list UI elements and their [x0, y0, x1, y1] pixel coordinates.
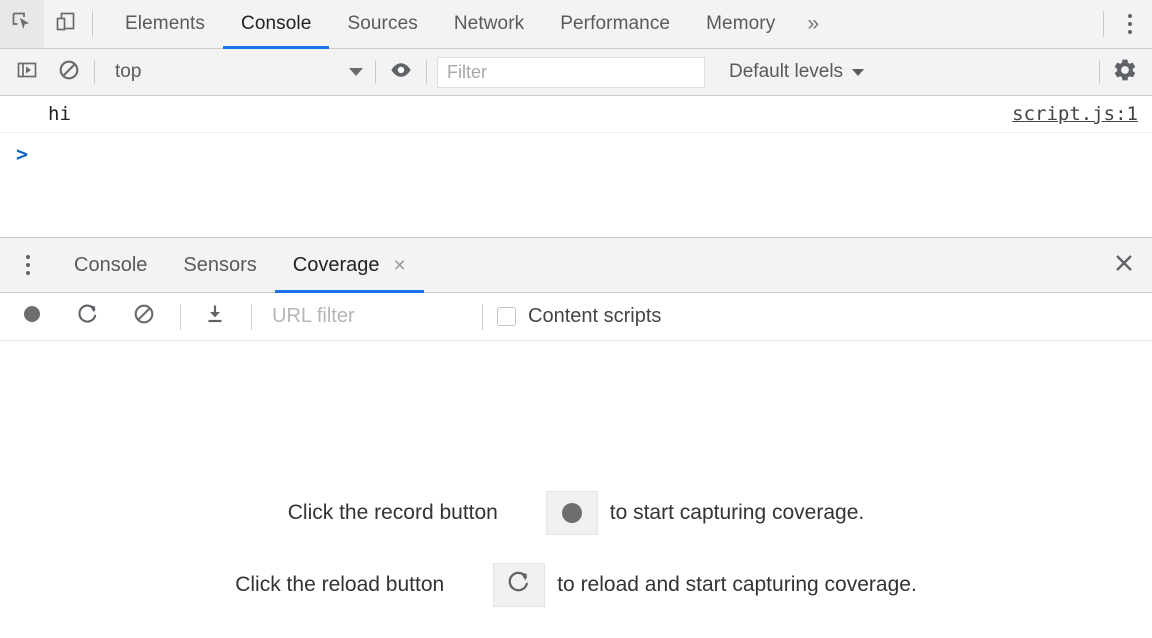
- coverage-toolbar-separator-2: [251, 304, 252, 330]
- record-icon: [20, 302, 44, 331]
- tab-elements-label: Elements: [125, 13, 205, 35]
- reload-icon: [506, 569, 532, 601]
- drawer-tab-sensors[interactable]: Sensors: [165, 238, 274, 292]
- console-message-text: hi: [48, 103, 71, 125]
- more-tools-icon: [26, 255, 30, 275]
- execution-context-selector[interactable]: top: [99, 52, 371, 92]
- console-output-area: hi script.js:1 >: [0, 96, 1152, 237]
- tab-console[interactable]: Console: [223, 0, 329, 48]
- console-toolbar-separator-4: [1099, 60, 1100, 84]
- coverage-hint-record-prefix: Click the record button: [288, 501, 534, 525]
- more-options-icon: [1128, 14, 1132, 34]
- live-expression-icon: [388, 59, 414, 86]
- tab-console-label: Console: [241, 13, 311, 35]
- record-icon: [562, 503, 582, 523]
- coverage-hint-reload: Click the reload button to reload and st…: [235, 563, 917, 607]
- console-toolbar: top Filter Default levels: [0, 49, 1152, 96]
- tab-sources-label: Sources: [347, 13, 417, 35]
- toolbar-separator-right: [1103, 11, 1104, 37]
- coverage-inline-reload-button[interactable]: [493, 563, 545, 607]
- drawer-tab-console-label: Console: [74, 254, 147, 277]
- close-drawer-button[interactable]: [1096, 238, 1152, 292]
- console-toolbar-separator-3: [426, 60, 427, 84]
- toolbar-spacer: [833, 0, 1099, 48]
- tab-memory[interactable]: Memory: [688, 0, 793, 48]
- tab-network[interactable]: Network: [436, 0, 542, 48]
- device-toolbar-button[interactable]: [44, 0, 88, 48]
- coverage-clear-button[interactable]: [124, 298, 164, 336]
- main-menu-button[interactable]: [1108, 0, 1152, 48]
- drawer-more-tools-button[interactable]: [0, 238, 56, 292]
- coverage-export-button[interactable]: [195, 298, 235, 336]
- close-drawer-icon: [1113, 252, 1135, 279]
- console-message-source-link[interactable]: script.js:1: [1012, 103, 1138, 125]
- console-toolbar-separator-2: [375, 60, 376, 84]
- devtools-window: Elements Console Sources Network Perform…: [0, 0, 1152, 638]
- coverage-url-filter-input[interactable]: URL filter: [272, 305, 482, 328]
- chevron-down-icon: [852, 69, 864, 76]
- log-levels-selector[interactable]: Default levels: [717, 52, 876, 92]
- log-levels-label: Default levels: [729, 61, 843, 83]
- console-sidebar-button[interactable]: [6, 52, 48, 92]
- coverage-hint-reload-prefix: Click the reload button: [235, 573, 481, 597]
- main-tabbar: Elements Console Sources Network Perform…: [0, 0, 1152, 49]
- close-tab-icon[interactable]: ×: [393, 255, 405, 276]
- coverage-hint-record-suffix: to start capturing coverage.: [610, 501, 864, 525]
- gear-icon: [1112, 57, 1138, 88]
- console-message-row[interactable]: hi script.js:1: [0, 96, 1152, 133]
- drawer-tabbar-spacer: [424, 238, 1096, 292]
- drawer-tab-coverage[interactable]: Coverage ×: [275, 238, 424, 292]
- coverage-inline-record-button[interactable]: [546, 491, 598, 535]
- clear-console-icon: [57, 58, 81, 87]
- inspect-element-button[interactable]: [0, 0, 44, 48]
- console-settings-button[interactable]: [1104, 52, 1146, 92]
- tab-sources[interactable]: Sources: [329, 0, 435, 48]
- drawer-tab-console[interactable]: Console: [56, 238, 165, 292]
- console-filter-input[interactable]: Filter: [437, 57, 705, 88]
- tab-performance[interactable]: Performance: [542, 0, 688, 48]
- coverage-hint-record: Click the record button to start capturi…: [288, 491, 864, 535]
- coverage-toolbar-separator-1: [180, 304, 181, 330]
- coverage-toolbar: URL filter Content scripts: [0, 293, 1152, 341]
- inspect-element-icon: [10, 10, 34, 39]
- live-expression-button[interactable]: [380, 52, 422, 92]
- drawer-tab-coverage-label: Coverage: [293, 254, 380, 277]
- execution-context-label: top: [107, 61, 343, 83]
- coverage-url-filter-placeholder: URL filter: [272, 305, 355, 327]
- drawer-panel: Console Sensors Coverage ×: [0, 237, 1152, 638]
- drawer-tab-sensors-label: Sensors: [183, 254, 256, 277]
- console-sidebar-icon: [16, 59, 38, 86]
- panel-tabs: Elements Console Sources Network Perform…: [107, 0, 833, 48]
- coverage-empty-state: Click the record button to start capturi…: [0, 341, 1152, 638]
- drawer-tabbar: Console Sensors Coverage ×: [0, 238, 1152, 293]
- tab-elements[interactable]: Elements: [107, 0, 223, 48]
- checkbox-box: [497, 307, 516, 326]
- coverage-record-button[interactable]: [12, 298, 52, 336]
- tab-network-label: Network: [454, 13, 524, 35]
- coverage-reload-button[interactable]: [68, 298, 108, 336]
- chevron-down-icon: [349, 68, 363, 76]
- clear-icon: [132, 302, 156, 331]
- console-filter-placeholder: Filter: [447, 62, 487, 83]
- content-scripts-checkbox[interactable]: Content scripts: [497, 305, 661, 328]
- tab-memory-label: Memory: [706, 13, 775, 35]
- console-toolbar-separator-1: [94, 60, 95, 84]
- export-download-icon: [203, 302, 227, 331]
- content-scripts-label: Content scripts: [528, 305, 661, 328]
- more-tabs-button[interactable]: »: [793, 0, 833, 48]
- console-prompt[interactable]: >: [0, 133, 1152, 175]
- clear-console-button[interactable]: [48, 52, 90, 92]
- device-toolbar-icon: [54, 10, 78, 39]
- reload-icon: [76, 302, 100, 331]
- toolbar-separator: [92, 11, 93, 37]
- coverage-toolbar-separator-3: [482, 304, 483, 330]
- tab-performance-label: Performance: [560, 13, 670, 35]
- chevron-double-right-icon: »: [807, 12, 819, 36]
- coverage-hint-reload-suffix: to reload and start capturing coverage.: [557, 573, 917, 597]
- prompt-arrow-icon: >: [16, 144, 28, 164]
